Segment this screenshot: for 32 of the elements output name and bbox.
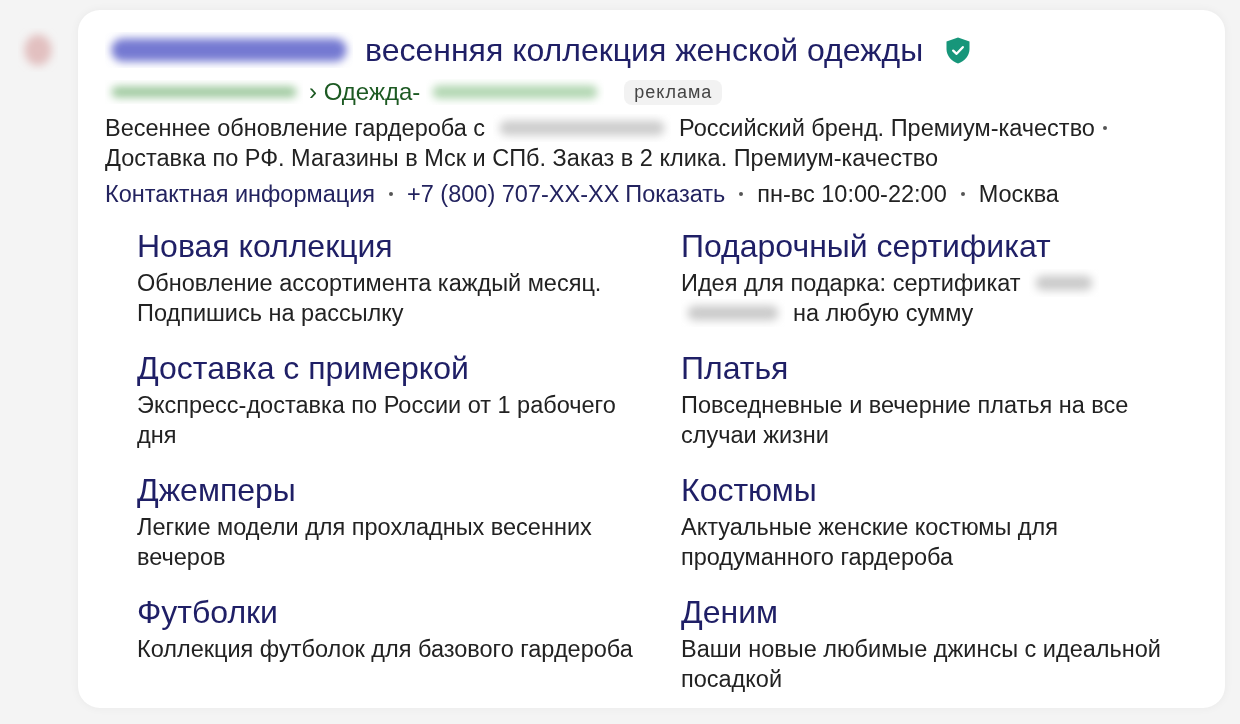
ad-label: реклама: [624, 79, 723, 105]
sitelink-description-text: Повседневные и вечерние платья на все случаи жизни: [681, 391, 1130, 450]
sitelink-title-link[interactable]: Новая коллекция: [137, 228, 393, 264]
sitelink-description-text: Обновление ассортимента каждый месяц. Подпишись на рассылку: [137, 269, 603, 328]
contact-detail-text: Москва: [978, 180, 1059, 209]
sitelink-description-text: Экспресс-доставка по России от 1 рабочего дня: [137, 391, 617, 450]
show-phone-link[interactable]: Показать: [625, 179, 726, 209]
phone-number-text: +7 (800) 707-XX-XX: [407, 180, 620, 209]
sitelink-description-text: на любую сумму: [793, 299, 974, 328]
sitelink-description-text: Актуальные женские костюмы для продуманного гардероба: [681, 513, 1059, 572]
separator-dot-icon: [960, 192, 965, 196]
contact-info-link[interactable]: Контактная информация: [105, 179, 376, 209]
sitelink-title-link[interactable]: Джемперы: [137, 472, 296, 508]
contact-detail-text: пн-вс 10:00-22:00: [757, 180, 947, 209]
sitelink-description-text: Легкие модели для прохладных весенних вечеров: [137, 513, 593, 572]
sitelink-description-text: Коллекция футболок для базового гардероба: [137, 635, 633, 664]
breadcrumb-link[interactable]: › Одежда-: [309, 78, 421, 106]
ad-title-link[interactable]: весенняя коллекция женской одежды: [365, 31, 924, 69]
sitelink-title-link[interactable]: Подарочный сертификат: [681, 228, 1051, 264]
sitelink-description-text: Ваши новые любимые джинсы с идеальной посадкой: [681, 635, 1162, 694]
separator-dot-icon: [389, 192, 394, 196]
separator-dot-icon: [739, 192, 744, 196]
sitelink-title-link[interactable]: Доставка с примеркой: [137, 350, 469, 386]
separator-dot-icon: [1102, 126, 1107, 130]
ad-description-text: Весеннее обновление гардероба с: [105, 114, 486, 143]
sitelink-title-link[interactable]: Костюмы: [681, 472, 817, 508]
sitelink-title-link[interactable]: Платья: [681, 350, 789, 386]
sitelink-description-text: Идея для подарка: сертификат: [681, 269, 1021, 298]
ad-description-text: Российский бренд. Премиум-качество: [679, 114, 1095, 143]
sitelink-title-link[interactable]: Футболки: [137, 594, 278, 630]
sitelink-title-link[interactable]: Деним: [681, 594, 778, 630]
callouts-text: Доставка по РФ. Магазины в Мск и СПб. Заказ в 2 клика. Премиум-качество: [105, 144, 938, 173]
